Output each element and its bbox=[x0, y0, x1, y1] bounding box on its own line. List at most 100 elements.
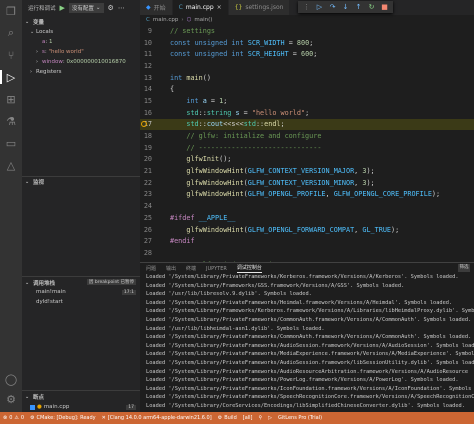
code-line[interactable]: 22 glfwWindowHint(GLFW_CONTEXT_VERSION_M… bbox=[140, 177, 474, 189]
gitlens-status[interactable]: GitLens Pro (Trial) bbox=[278, 415, 322, 421]
remote-icon[interactable]: ▭ bbox=[4, 136, 18, 150]
gear-icon[interactable]: ⚙ bbox=[108, 4, 114, 12]
breakpoint-item[interactable]: ● main.cpp 17 bbox=[22, 402, 140, 412]
stop-icon[interactable]: ■ bbox=[380, 3, 389, 11]
paused-badge: 因 breakpoint 已暂停 bbox=[86, 279, 136, 285]
code-line[interactable]: 21 glfwWindowHint(GLFW_CONTEXT_VERSION_M… bbox=[140, 165, 474, 177]
cmake-kit[interactable]: ✕ [Clang 14.0.0 arm64-apple-darwin21.6.0] bbox=[102, 415, 212, 421]
code-line[interactable]: 9 // settings bbox=[140, 25, 474, 37]
code-line[interactable]: 11 const unsigned int SCR_HEIGHT = 600; bbox=[140, 48, 474, 60]
code-line[interactable]: 17 std::cout<<s<<std::endl; bbox=[140, 118, 474, 131]
search-icon[interactable]: ⌕ bbox=[4, 26, 18, 40]
variable-value: "hello world" bbox=[48, 49, 84, 55]
settings-gear-icon[interactable]: ⚙ bbox=[4, 392, 18, 406]
variable-row[interactable]: › window: 0x000000010016870 bbox=[22, 57, 140, 67]
extensions-icon[interactable]: ⊞ bbox=[4, 92, 18, 106]
code-text: const unsigned int SCR_HEIGHT = 600; bbox=[170, 50, 318, 59]
debug-config-label: 没有配置 bbox=[71, 6, 94, 12]
breakpoints-header-label: 断点 bbox=[33, 394, 45, 401]
continue-icon[interactable]: ▷ bbox=[315, 3, 324, 11]
code-line[interactable]: 13 int main() bbox=[140, 72, 474, 84]
breadcrumb-function[interactable]: main() bbox=[194, 17, 212, 23]
tab-welcome[interactable]: ◆ 开始 bbox=[140, 0, 173, 15]
build-target[interactable]: [all] bbox=[243, 415, 253, 421]
code-text: { bbox=[170, 85, 175, 94]
breadcrumb: C main.cpp › ⬡ main() bbox=[146, 17, 213, 23]
code-line[interactable]: 28 bbox=[140, 247, 474, 259]
console-line: Loaded '/System/Library/Frameworks/GSS.f… bbox=[146, 282, 405, 289]
code-text: std::cout<<s<<std::endl; bbox=[186, 120, 285, 129]
checkbox-checked-icon[interactable] bbox=[30, 404, 35, 410]
variable-row[interactable]: › s: "hello world" bbox=[22, 47, 140, 57]
more-actions-icon[interactable]: ⋯ bbox=[118, 4, 125, 12]
line-number: 13 bbox=[143, 73, 152, 82]
breadcrumb-file[interactable]: main.cpp bbox=[153, 17, 179, 23]
code-line[interactable]: 24 bbox=[140, 200, 474, 212]
breakpoint-line-badge: 17 bbox=[126, 404, 136, 410]
locals-label: Locals bbox=[36, 29, 54, 35]
registers-group[interactable]: › Registers bbox=[22, 67, 140, 77]
code-line[interactable]: 25 #ifdef __APPLE__ bbox=[140, 212, 474, 224]
wrench-icon: ✕ bbox=[101, 415, 106, 421]
console-line: Loaded '/usr/lib/libheimdal-asn1.dylib'.… bbox=[146, 325, 325, 332]
code-editor[interactable]: 9 // settings 10 const unsigned int SCR_WID… bbox=[140, 25, 474, 270]
run-icon[interactable]: ▷ bbox=[268, 415, 272, 421]
code-line[interactable]: 16 std::string s = "hello world"; bbox=[140, 107, 474, 119]
tab-main-cpp[interactable]: Cmain.cpp × bbox=[172, 0, 229, 15]
tab-settings-json[interactable]: {} settings.json bbox=[228, 0, 291, 15]
source-control-icon[interactable]: ⑂ bbox=[4, 48, 18, 62]
callstack-frame[interactable]: dyld!start bbox=[22, 297, 140, 307]
tab-terminal[interactable]: 终端 bbox=[186, 265, 196, 272]
variables-section-header[interactable]: ⌄ 变量 bbox=[22, 16, 140, 27]
cmake-icon[interactable]: △ bbox=[4, 158, 18, 172]
debug-config-select[interactable]: 没有配置 ⌄ bbox=[68, 3, 104, 13]
watch-section-header[interactable]: ⌄ 监视 bbox=[22, 176, 140, 187]
code-line[interactable]: 26 glfwWindowHint(GLFW_OPENGL_FORWARD_CO… bbox=[140, 224, 474, 236]
console-line: Loaded '/System/Library/Frameworks/Kerbe… bbox=[146, 308, 474, 315]
close-icon[interactable]: × bbox=[217, 4, 222, 11]
tab-jupyter[interactable]: JUPYTER bbox=[206, 266, 227, 272]
build-button[interactable]: ⚙ Build bbox=[218, 415, 237, 421]
breakpoints-section-header[interactable]: ⌄ 断点 bbox=[22, 391, 140, 402]
debug-icon[interactable]: ⚲ bbox=[259, 415, 263, 421]
locals-group[interactable]: ⌄ Locals bbox=[22, 27, 140, 37]
problems-status[interactable]: ⊗ 0 ⚠ 0 bbox=[3, 415, 24, 421]
code-line[interactable]: 23 glfwWindowHint(GLFW_OPENGL_PROFILE, G… bbox=[140, 189, 474, 201]
console-filter-input[interactable]: 筛选 bbox=[458, 264, 470, 272]
code-line[interactable]: 15 int a = 1; bbox=[140, 95, 474, 107]
console-line: Loaded '/System/Library/PrivateFramework… bbox=[146, 377, 459, 384]
line-number: 18 bbox=[143, 132, 152, 141]
code-line[interactable]: 18 // glfw: initialize and configure bbox=[140, 130, 474, 142]
code-line[interactable]: 27 #endif bbox=[140, 235, 474, 247]
code-line[interactable]: 12 bbox=[140, 60, 474, 72]
code-line[interactable]: 19 // ------------------------------ bbox=[140, 142, 474, 154]
tab-debug-console[interactable]: 调试控制台 bbox=[236, 264, 262, 273]
restart-icon[interactable]: ↻ bbox=[367, 3, 376, 11]
step-into-icon[interactable]: ↓ bbox=[341, 3, 350, 11]
code-text: const unsigned int SCR_WIDTH = 800; bbox=[170, 38, 314, 47]
step-out-icon[interactable]: ↑ bbox=[354, 3, 363, 11]
console-line: Loaded '/System/Library/PrivateFramework… bbox=[146, 394, 474, 401]
testing-icon[interactable]: ⚗ bbox=[4, 114, 18, 128]
run-debug-icon[interactable]: ▷ bbox=[0, 70, 18, 84]
code-line[interactable]: 20 glfwInit(); bbox=[140, 154, 474, 166]
registers-label: Registers bbox=[36, 69, 62, 75]
code-line[interactable]: 14 { bbox=[140, 83, 474, 95]
activity-bar: ❐ ⌕ ⑂ ▷ ⊞ ⚗ ▭ △ ◯ ⚙ bbox=[0, 0, 22, 412]
console-line: Loaded '/System/Library/PrivateFramework… bbox=[146, 342, 474, 349]
step-over-icon[interactable]: ↷ bbox=[328, 3, 337, 11]
start-debugging-icon[interactable]: ▶ bbox=[60, 4, 65, 12]
code-line[interactable]: 10 const unsigned int SCR_WIDTH = 800; bbox=[140, 37, 474, 49]
variable-row[interactable]: a: 1 bbox=[22, 37, 140, 47]
account-icon[interactable]: ◯ bbox=[4, 372, 18, 386]
callstack-header-label: 调用堆栈 bbox=[33, 280, 56, 287]
code-text: glfwWindowHint(GLFW_OPENGL_FORWARD_COMPA… bbox=[186, 225, 400, 234]
cpp-file-icon: C bbox=[146, 17, 150, 23]
tab-problems[interactable]: 问题 bbox=[146, 265, 156, 272]
callstack-frame[interactable]: main!main 17:1 bbox=[22, 287, 140, 297]
tab-output[interactable]: 输出 bbox=[166, 265, 176, 272]
drag-handle-icon[interactable]: ⋮ bbox=[302, 3, 311, 11]
files-icon[interactable]: ❐ bbox=[4, 4, 18, 18]
breakpoint-file-label: main.cpp bbox=[43, 404, 70, 410]
cmake-status[interactable]: ⚙ CMake: [Debug]: Ready bbox=[30, 415, 96, 421]
